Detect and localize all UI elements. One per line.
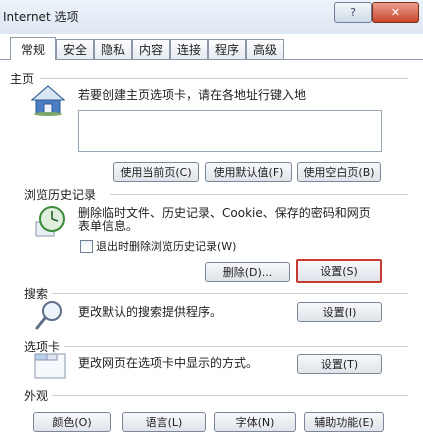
tab-connections[interactable]: 连接: [170, 39, 208, 59]
search-icon: [35, 301, 62, 330]
window-title: Internet 选项: [3, 10, 79, 24]
search-settings-button[interactable]: 设置(I): [297, 302, 382, 322]
history-settings-button[interactable]: 设置(S): [296, 259, 382, 283]
tab-security[interactable]: 安全: [56, 39, 94, 59]
accessibility-button[interactable]: 辅助功能(E): [304, 412, 384, 432]
tabs-settings-button[interactable]: 设置(T): [297, 354, 382, 374]
tab-programs[interactable]: 程序: [208, 39, 246, 59]
tab-divider: [0, 59, 423, 60]
tab-privacy[interactable]: 隐私: [94, 39, 132, 59]
history-section-label: 浏览历史记录: [24, 188, 97, 202]
history-clock-icon: [35, 206, 65, 237]
home-rule: [40, 78, 408, 79]
tab-advanced[interactable]: 高级: [246, 39, 284, 59]
search-description: 更改默认的搜索提供程序。: [78, 305, 223, 319]
appearance-section-label: 外观: [24, 389, 49, 403]
tabs-description: 更改网页在选项卡中显示的方式。: [78, 356, 259, 370]
help-icon: ?: [350, 6, 356, 19]
use-current-button[interactable]: 使用当前页(C): [113, 162, 199, 182]
close-icon: ✕: [390, 6, 401, 19]
history-description-line2: 表单信息。: [78, 219, 139, 233]
fonts-button[interactable]: 字体(N): [214, 412, 296, 432]
delete-on-exit-checkbox[interactable]: [80, 240, 93, 253]
title-bar: Internet 选项 ? ✕: [0, 0, 423, 34]
delete-on-exit-label: 退出时删除浏览历史记录(W): [96, 240, 237, 253]
history-rule: [110, 194, 408, 195]
languages-button[interactable]: 语言(L): [122, 412, 206, 432]
home-url-textarea[interactable]: [78, 110, 382, 152]
tabs-window-icon: [34, 353, 66, 379]
home-icon: [30, 85, 66, 116]
appearance-rule: [52, 395, 408, 396]
colors-button[interactable]: 颜色(O): [33, 412, 111, 432]
use-blank-button[interactable]: 使用空白页(B): [297, 162, 381, 182]
search-rule: [52, 293, 408, 294]
help-button[interactable]: ?: [334, 2, 372, 23]
home-description: 若要创建主页选项卡，请在各地址行键入地: [78, 88, 307, 102]
tab-strip: 常规 安全 隐私 内容 连接 程序 高级: [0, 37, 423, 60]
tab-content[interactable]: 内容: [132, 39, 170, 59]
use-default-button[interactable]: 使用默认值(F): [205, 162, 292, 182]
delete-history-button[interactable]: 删除(D)...: [205, 262, 290, 282]
tab-general[interactable]: 常规: [10, 37, 56, 60]
close-button[interactable]: ✕: [372, 2, 419, 23]
tabs-rule: [64, 346, 408, 347]
